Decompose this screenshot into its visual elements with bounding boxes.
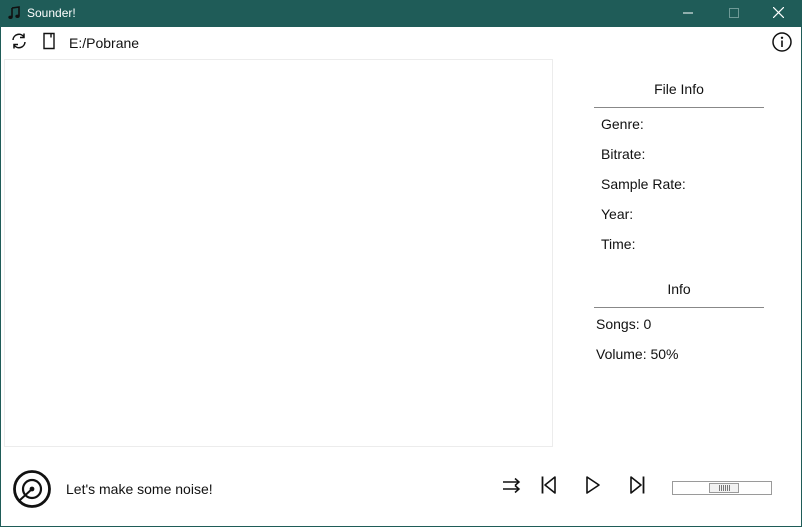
now-playing-text: Let's make some noise!: [66, 481, 213, 497]
current-path: E:/Pobrane: [69, 35, 140, 51]
side-panel: File Info Genre: Bitrate: Sample Rate: Y…: [589, 59, 769, 379]
maximize-icon: [729, 5, 739, 23]
time-label: Time:: [601, 236, 636, 252]
previous-button[interactable]: [537, 475, 561, 499]
bitrate-row: Bitrate:: [601, 146, 645, 162]
bitrate-label: Bitrate:: [601, 146, 646, 162]
previous-icon: [540, 475, 558, 500]
refresh-icon: [10, 32, 28, 55]
genre-label: Genre:: [601, 116, 644, 132]
songs-count-row: Songs: 0: [596, 316, 651, 332]
slider-grip-line: [723, 485, 724, 491]
file-info-divider: [594, 107, 764, 108]
volume-slider[interactable]: [672, 481, 772, 495]
volume-row: Volume: 50%: [596, 346, 679, 362]
shuffle-button[interactable]: [500, 475, 524, 499]
slider-grip-line: [727, 485, 728, 491]
sample-rate-row: Sample Rate:: [601, 176, 686, 192]
songs-value: 0: [643, 316, 652, 332]
close-button[interactable]: [755, 1, 801, 27]
folder-open-icon: [41, 32, 57, 55]
play-icon: [584, 475, 602, 500]
song-list[interactable]: [4, 59, 553, 447]
title-bar[interactable]: Sounder!: [1, 1, 801, 27]
player-bar: Let's make some noise!: [1, 459, 801, 525]
slider-grip-line: [719, 485, 720, 491]
window-title: Sounder!: [27, 6, 76, 20]
app-window: Sounder! E:/Pobrane File Info Genre: Bit…: [0, 0, 802, 527]
next-icon: [628, 475, 646, 500]
minimize-button[interactable]: [665, 1, 711, 27]
slider-grip-line: [729, 485, 730, 491]
info-divider: [594, 307, 764, 308]
time-row: Time:: [601, 236, 635, 252]
refresh-button[interactable]: [9, 33, 29, 53]
disc-icon: [12, 469, 52, 509]
close-icon: [772, 5, 784, 23]
info-button[interactable]: [771, 31, 793, 58]
sample-rate-label: Sample Rate:: [601, 176, 686, 192]
shuffle-icon: [502, 476, 522, 499]
toolbar: E:/Pobrane: [1, 27, 801, 59]
maximize-button[interactable]: [711, 1, 757, 27]
play-button[interactable]: [581, 475, 605, 499]
volume-label: Volume:: [596, 346, 647, 362]
music-note-icon: [7, 6, 21, 20]
genre-row: Genre:: [601, 116, 644, 132]
volume-slider-thumb[interactable]: [709, 483, 739, 493]
slider-grip-line: [721, 485, 722, 491]
year-row: Year:: [601, 206, 633, 222]
open-folder-button[interactable]: [39, 32, 59, 55]
info-icon: [771, 31, 793, 58]
next-button[interactable]: [625, 475, 649, 499]
volume-value: 50%: [650, 346, 679, 362]
year-label: Year:: [601, 206, 634, 222]
songs-label: Songs:: [596, 316, 640, 332]
minimize-icon: [683, 5, 693, 23]
file-info-title: File Info: [654, 81, 704, 97]
slider-grip-line: [725, 485, 726, 491]
info-title: Info: [667, 281, 691, 297]
